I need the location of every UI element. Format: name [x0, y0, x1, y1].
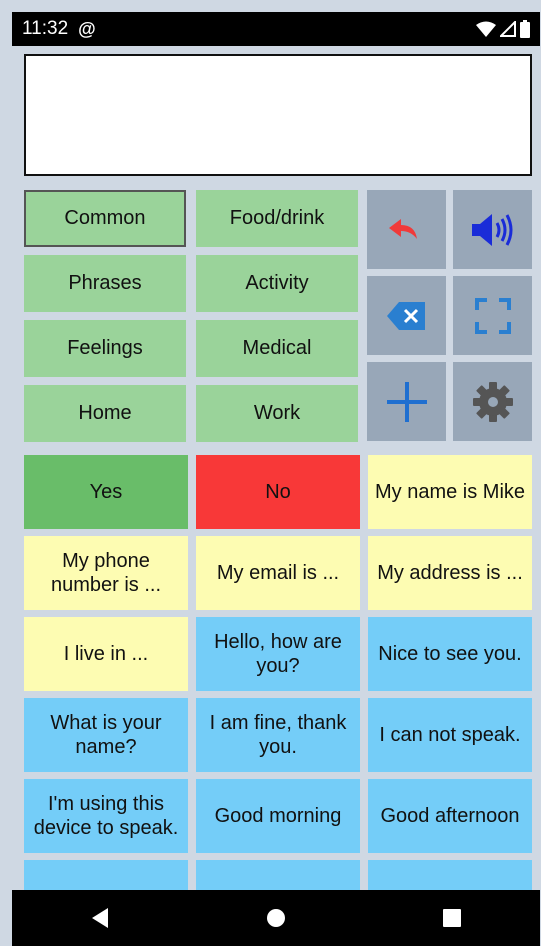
phrase-text: What is your name? [50, 712, 162, 758]
phrase-tile[interactable]: My phone number is ... [24, 536, 188, 610]
phrase-tile[interactable]: My name is Mike [368, 455, 532, 529]
category-label: Home [78, 402, 132, 424]
phrase-tile[interactable]: What is your name? [24, 698, 188, 772]
recents-icon[interactable] [442, 908, 462, 928]
phrase-tile[interactable]: I'm using this device to speak. [24, 779, 188, 853]
phrase-tile[interactable]: I am fine, thank you. [196, 698, 360, 772]
category-feelings[interactable]: Feelings [24, 320, 186, 377]
phrase-text: Yes [89, 481, 123, 503]
fullscreen-button[interactable] [453, 276, 532, 355]
phrase-text: I can not speak. [379, 724, 521, 746]
add-icon [386, 381, 427, 422]
phrase-tile[interactable] [24, 860, 188, 890]
fullscreen-icon [474, 297, 511, 334]
message-text-box[interactable] [24, 54, 532, 176]
category-label: Medical [242, 337, 312, 359]
home-icon[interactable] [265, 907, 287, 929]
phrase-text: Good morning [214, 805, 342, 827]
phrase-tile[interactable] [368, 860, 532, 890]
settings-gear-icon [472, 381, 513, 422]
category-common[interactable]: Common [24, 190, 186, 247]
phrase-tile[interactable]: My address is ... [368, 536, 532, 610]
phrase-text: I am fine, thank you. [209, 712, 347, 758]
speak-button[interactable] [453, 190, 532, 269]
speaker-icon [471, 213, 512, 246]
add-button[interactable] [367, 362, 446, 441]
battery-icon [520, 20, 530, 38]
backspace-icon [386, 301, 425, 330]
back-icon[interactable] [90, 907, 110, 929]
phrase-tile[interactable]: My email is ... [196, 536, 360, 610]
phrase-tile[interactable]: Good afternoon [368, 779, 532, 853]
phrase-tile[interactable]: Hello, how are you? [196, 617, 360, 691]
phrase-tile[interactable] [196, 860, 360, 890]
notification-at-icon: @ [78, 18, 96, 39]
phrase-text: I'm using this device to speak. [33, 793, 179, 839]
phrase-tile[interactable]: Good morning [196, 779, 360, 853]
phrase-tile[interactable]: I live in ... [24, 617, 188, 691]
category-label: Activity [245, 272, 309, 294]
category-label: Phrases [68, 272, 142, 294]
phrase-text: Nice to see you. [378, 643, 522, 665]
undo-icon [388, 218, 417, 239]
category-phrases[interactable]: Phrases [24, 255, 186, 312]
status-time: 11:32 [22, 18, 69, 39]
category-food-drink[interactable]: Food/drink [196, 190, 358, 247]
category-activity[interactable]: Activity [196, 255, 358, 312]
category-medical[interactable]: Medical [196, 320, 358, 377]
app-content: Common Food/drink Phrases Activity Feeli… [12, 46, 540, 890]
phrase-text: Good afternoon [380, 805, 520, 827]
phrase-tile[interactable]: Nice to see you. [368, 617, 532, 691]
phrase-text: No [265, 481, 291, 503]
category-label: Common [64, 207, 146, 229]
undo-button[interactable] [367, 190, 446, 269]
phrase-text: Hello, how are you? [214, 631, 342, 677]
phrase-text: My address is ... [377, 562, 523, 584]
phrase-text: I live in ... [63, 643, 149, 665]
phrase-text: My email is ... [216, 562, 340, 584]
wifi-icon [476, 21, 496, 37]
category-home[interactable]: Home [24, 385, 186, 442]
category-work[interactable]: Work [196, 385, 358, 442]
phrase-tile-no[interactable]: No [196, 455, 360, 529]
phrase-text: My phone number is ... [50, 550, 162, 596]
phrase-tile-yes[interactable]: Yes [24, 455, 188, 529]
system-nav-bar [12, 890, 540, 946]
category-label: Work [253, 402, 301, 424]
phrase-tile[interactable]: I can not speak. [368, 698, 532, 772]
cell-signal-icon [500, 21, 516, 37]
phrase-text: My name is Mike [374, 481, 526, 503]
backspace-button[interactable] [367, 276, 446, 355]
status-bar: 11:32 @ [12, 12, 540, 46]
category-label: Food/drink [229, 207, 325, 229]
category-label: Feelings [67, 337, 143, 359]
settings-button[interactable] [453, 362, 532, 441]
